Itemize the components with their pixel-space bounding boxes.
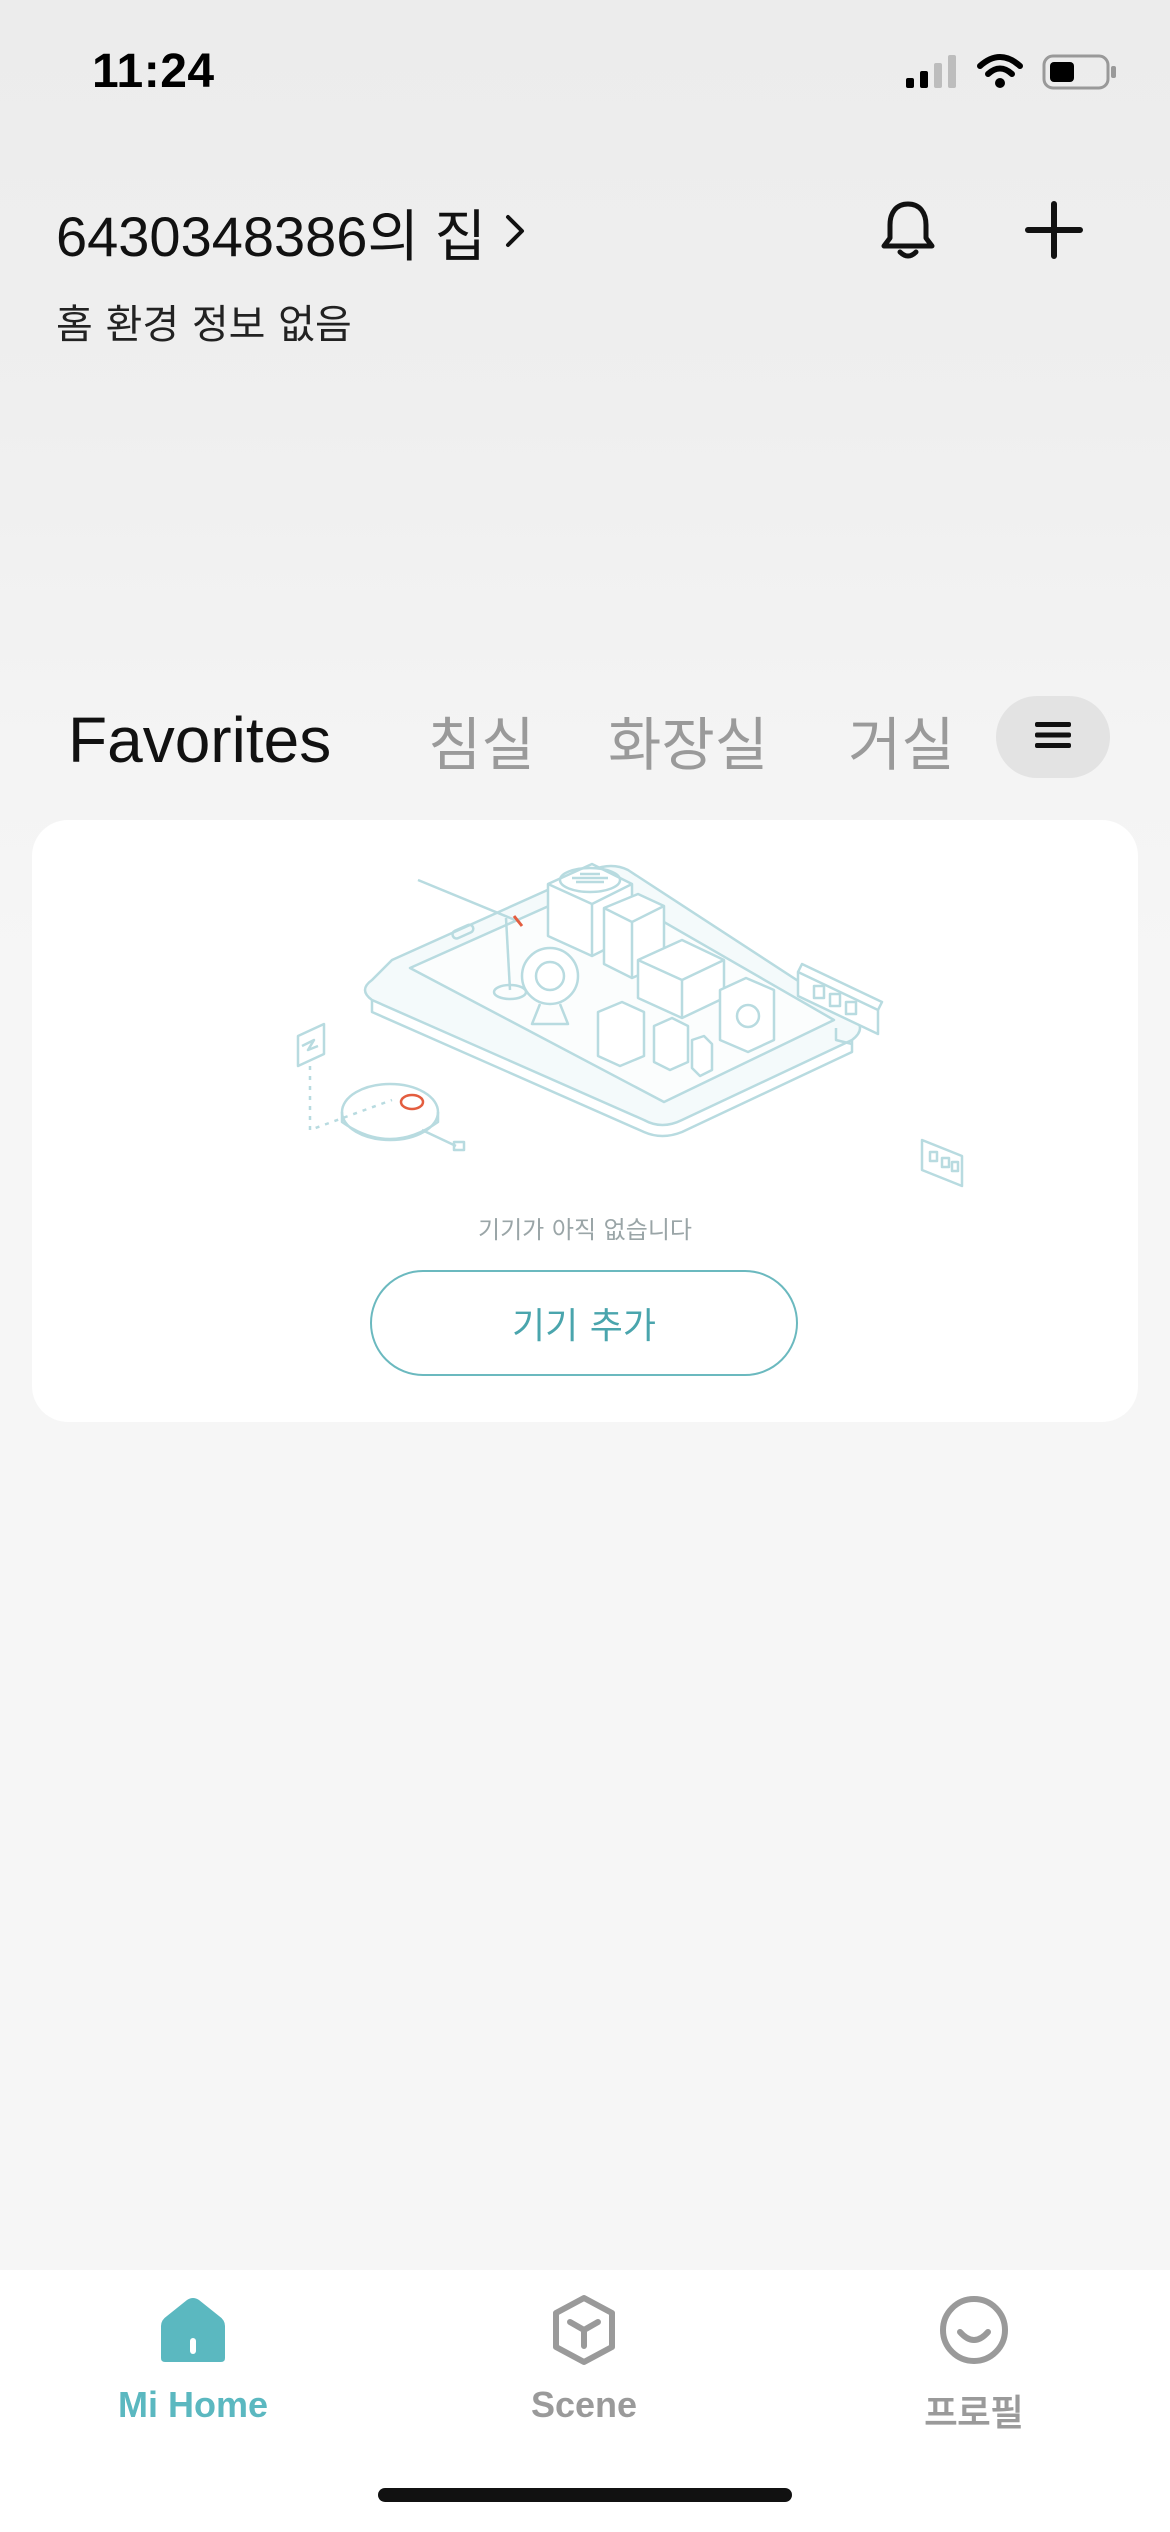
empty-state-message: 기기가 아직 없습니다 (478, 1216, 692, 1244)
add-button[interactable] (1014, 192, 1094, 272)
status-time: 11:24 (92, 45, 215, 98)
plus-icon (1024, 200, 1084, 264)
home-title: 6430348386의 집 (56, 205, 487, 268)
nav-profile[interactable]: 프로필 (834, 2270, 1114, 2470)
status-bar: 11:24 (0, 0, 1170, 150)
nav-label-profile: 프로필 (924, 2392, 1024, 2433)
room-tabs: Favorites 침실 화장실 거실 (0, 690, 1170, 790)
hamburger-icon (1033, 719, 1073, 755)
nav-scene[interactable]: Scene (444, 2270, 724, 2470)
smile-icon (934, 2290, 1014, 2370)
add-device-button[interactable]: 기기 추가 (370, 1270, 798, 1376)
nav-mi-home[interactable]: Mi Home (53, 2270, 333, 2470)
battery-icon (1042, 53, 1118, 95)
home-environment-info: 홈 환경 정보 없음 (56, 302, 352, 348)
wifi-icon (976, 54, 1024, 94)
home-selector[interactable]: 6430348386의 집 (56, 192, 528, 273)
status-icons (904, 52, 1118, 96)
tab-bathroom[interactable]: 화장실 (608, 690, 768, 790)
favorites-empty-card: 기기가 아직 없습니다 기기 추가 (32, 820, 1138, 1422)
mi-home-screen: 11:24 6430348386의 집 홈 환경 정보 없음 Favorites… (0, 0, 1170, 2532)
smart-devices-illustration (262, 840, 1002, 1220)
signal-icon (904, 54, 958, 94)
nav-label-scene: Scene (530, 2384, 638, 2425)
tab-bedroom[interactable]: 침실 (428, 690, 535, 790)
chevron-right-icon (502, 209, 528, 257)
home-indicator[interactable] (378, 2488, 792, 2502)
cube-icon (544, 2290, 624, 2370)
notifications-button[interactable] (868, 192, 948, 272)
nav-label-mi-home: Mi Home (117, 2384, 268, 2425)
tab-favorites[interactable]: Favorites (68, 690, 331, 790)
room-menu-button[interactable] (996, 696, 1110, 778)
tab-living-room[interactable]: 거실 (848, 690, 955, 790)
home-icon (153, 2290, 233, 2370)
bell-icon (878, 198, 938, 266)
